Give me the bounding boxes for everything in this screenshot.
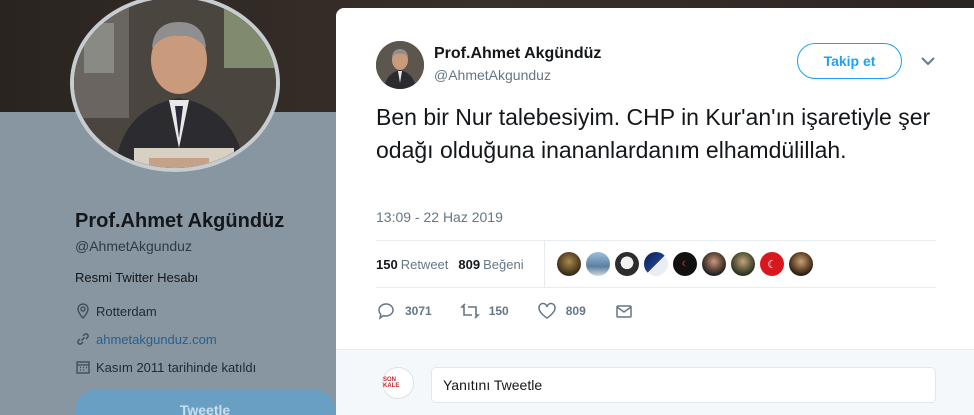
- profile-bio: Resmi Twitter Hesabı: [75, 270, 199, 285]
- follow-button[interactable]: Takip et: [797, 43, 902, 79]
- liker-avatar[interactable]: ☾: [760, 252, 784, 276]
- profile-avatar: [70, 0, 280, 172]
- tweet-author-name[interactable]: Prof.Ahmet Akgündüz: [434, 45, 601, 63]
- tweet-permalink-modal: Prof.Ahmet Akgündüz @AhmetAkgunduz Takip…: [336, 8, 974, 415]
- like-count: 809: [565, 304, 586, 318]
- reply-composer: SON KALE: [336, 349, 974, 415]
- reply-count: 3071: [405, 304, 432, 318]
- reply-icon: [378, 303, 394, 320]
- profile-location-text: Rotterdam: [96, 303, 157, 319]
- tweet-stat-counts: 150 Retweet 809 Beğeni: [376, 241, 524, 287]
- liker-avatar[interactable]: [731, 252, 755, 276]
- profile-handle: @AhmetAkgunduz: [75, 238, 192, 254]
- liker-avatar[interactable]: [789, 252, 813, 276]
- profile-website-link[interactable]: ahmetakgunduz.com: [96, 332, 217, 347]
- profile-joined: Kasım 2011 tarihinde katıldı: [75, 359, 256, 375]
- liker-avatar[interactable]: [615, 252, 639, 276]
- profile-website[interactable]: ahmetakgunduz.com: [75, 331, 217, 347]
- profile-location: Rotterdam: [75, 303, 157, 319]
- retweet-action[interactable]: 150: [459, 301, 509, 321]
- liker-avatar[interactable]: ☾: [673, 252, 697, 276]
- location-pin-icon: [77, 303, 89, 319]
- retweet-stat-count: 150: [376, 256, 398, 272]
- tweet-author-handle[interactable]: @AhmetAkgunduz: [434, 67, 551, 83]
- profile-joined-text: Kasım 2011 tarihinde katıldı: [96, 359, 257, 375]
- reply-action[interactable]: 3071: [376, 301, 432, 321]
- liker-avatar[interactable]: [644, 252, 668, 276]
- author-photo: [376, 41, 424, 89]
- direct-message-action[interactable]: [614, 301, 634, 321]
- liker-avatars: ☾ ☾: [557, 252, 813, 276]
- heart-icon: [537, 302, 556, 319]
- like-stat-count: 809: [458, 256, 481, 272]
- link-icon: [77, 333, 89, 345]
- tweet-actions: 3071 150 809: [376, 301, 662, 321]
- calendar-icon: [76, 361, 90, 374]
- profile-name: Prof.Ahmet Akgündüz: [75, 210, 285, 232]
- chevron-down-icon: [921, 56, 935, 65]
- compose-tweet-button[interactable]: Tweetle: [75, 390, 335, 415]
- tweet-text: Ben bir Nur talebesiyim. CHP in Kur'an'ı…: [376, 104, 931, 163]
- liker-avatar[interactable]: [557, 252, 581, 276]
- liker-avatar[interactable]: [586, 252, 610, 276]
- more-options-button[interactable]: [919, 54, 937, 68]
- retweet-icon: [459, 303, 480, 319]
- stats-divider: [544, 241, 545, 287]
- reply-input[interactable]: [431, 367, 936, 403]
- tweet-author-avatar[interactable]: [376, 41, 424, 89]
- current-user-avatar[interactable]: SON KALE: [382, 367, 414, 399]
- like-action[interactable]: 809: [537, 301, 586, 321]
- tweet-stats: 150 Retweet 809 Beğeni ☾ ☾: [376, 240, 936, 288]
- liker-avatar[interactable]: [702, 252, 726, 276]
- envelope-icon: [616, 305, 632, 318]
- retweet-stat[interactable]: 150 Retweet: [376, 257, 448, 272]
- retweet-count: 150: [488, 304, 509, 318]
- like-stat[interactable]: 809 Beğeni: [458, 257, 523, 272]
- like-stat-label: Beğeni: [483, 256, 524, 272]
- retweet-stat-label: Retweet: [400, 256, 449, 272]
- tweet-timestamp[interactable]: 13:09 - 22 Haz 2019: [376, 209, 503, 225]
